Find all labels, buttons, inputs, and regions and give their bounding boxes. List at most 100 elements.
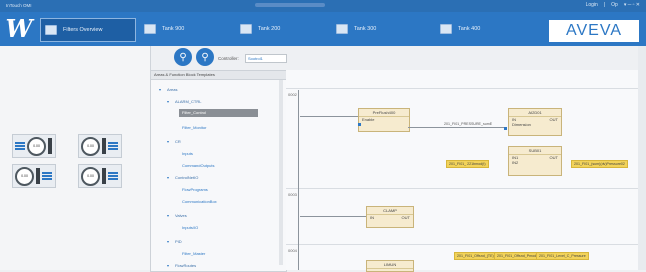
tag-label[interactable]: 201_FI01_ 221bmod(t): [446, 160, 489, 168]
wonderware-logo: W: [5, 14, 33, 43]
tree-scrollbar[interactable]: [279, 80, 283, 265]
chevron-down-icon[interactable]: ▾: [167, 175, 169, 180]
pin-label: IN: [370, 215, 374, 220]
title-handle: [255, 3, 325, 7]
pin-label: OUT: [401, 215, 410, 220]
chevron-down-icon[interactable]: ▾: [159, 87, 161, 92]
login-link[interactable]: Login: [586, 2, 598, 8]
chevron-down-icon[interactable]: ▾: [167, 139, 169, 144]
function-block-diagram[interactable]: 0002 0003 0004 PreFlush400 Enable AI2D01…: [286, 70, 638, 272]
block-title: AI2D01: [509, 109, 561, 117]
aveva-logo: AVEVA: [549, 20, 639, 42]
block-row: IN OUT: [367, 215, 413, 220]
user-label[interactable]: Op: [611, 2, 618, 8]
gauge-icon: 0.00: [27, 136, 46, 156]
lane-divider: [286, 244, 638, 245]
zoom-button[interactable]: ⚲: [196, 48, 214, 66]
tree-item[interactable]: PID: [175, 239, 182, 244]
wire: [300, 216, 366, 217]
screen-icon: [144, 24, 156, 34]
function-block[interactable]: PreFlush400 Enable: [358, 108, 410, 132]
controller-label: Controller:: [218, 56, 239, 61]
chevron-down-icon[interactable]: ▾: [167, 263, 169, 268]
tab-tank-200[interactable]: Tank 200: [236, 18, 330, 40]
filter-device[interactable]: 0.00: [78, 134, 122, 158]
block-title: CLAMP: [367, 207, 413, 215]
canvas-scrollbar[interactable]: [638, 46, 646, 270]
lane-label: 0002: [288, 92, 297, 97]
filter-device[interactable]: 0.00: [12, 134, 56, 158]
tab-filters-overview[interactable]: Filters Overview: [40, 18, 136, 42]
tree-item[interactable]: Inputs/IO: [182, 225, 198, 230]
bus-line: [298, 90, 299, 270]
divider: |: [603, 2, 606, 8]
overview-panel: 0.00 0.00 0.00 0.00: [0, 46, 151, 270]
window-buttons-icon[interactable]: ▾ ─ ▫ ✕: [624, 2, 640, 8]
function-block[interactable]: AI2D01 IN OUT Dimension: [508, 108, 562, 136]
tab-label: Filters Overview: [63, 27, 103, 33]
function-block[interactable]: SUB01 IN1 OUT IN2: [508, 146, 562, 176]
wire: [408, 127, 504, 128]
pin-label: Enable: [362, 117, 375, 122]
tag-label[interactable]: 201_FI01_(sum)(dv)Pressure02: [571, 160, 628, 168]
tab-label: Tank 400: [458, 26, 481, 32]
pipe-icon: [36, 168, 40, 184]
level-bars: [42, 172, 52, 180]
window-controls: Login | Op ▾ ─ ▫ ✕: [586, 2, 640, 8]
tab-label: Tank 900: [162, 26, 185, 32]
lane-label: 0003: [288, 192, 297, 197]
filter-device[interactable]: 0.00: [78, 164, 122, 188]
screen-icon: [240, 24, 252, 34]
level-bars: [15, 142, 25, 150]
search-icon: ⚲: [179, 51, 187, 63]
screen-icon: [336, 24, 348, 34]
tree-item[interactable]: Areas: [167, 87, 177, 92]
filter-device[interactable]: 0.00: [12, 164, 56, 188]
tab-label: Tank 200: [258, 26, 281, 32]
block-row: Enable: [359, 117, 409, 122]
tree-item[interactable]: ALARM_CTRL: [175, 99, 201, 104]
gauge-icon: 0.00: [15, 166, 34, 186]
pin-icon[interactable]: [504, 127, 507, 130]
tree-item[interactable]: Filter_Monitor: [182, 125, 206, 130]
tree-item[interactable]: CommandOutputs: [182, 163, 214, 168]
chevron-down-icon[interactable]: ▾: [167, 99, 169, 104]
tree-item[interactable]: FlowPrograms: [182, 187, 208, 192]
pin-label: OUT: [549, 155, 558, 160]
zoom-icon: ⚲: [201, 51, 209, 63]
tree-item[interactable]: Filter_Master: [182, 251, 205, 256]
gauge-icon: 0.00: [81, 136, 100, 156]
tree-item[interactable]: Valves: [175, 213, 187, 218]
wire: [300, 116, 358, 117]
template-tree: Areas & Function Block Templates ▾ Areas…: [150, 70, 287, 272]
tree-item[interactable]: FlowRoutes: [175, 263, 196, 268]
chevron-down-icon[interactable]: ▾: [167, 239, 169, 244]
pipe-icon: [102, 138, 106, 154]
tab-tank-900[interactable]: Tank 900: [140, 18, 234, 40]
search-button[interactable]: ⚲: [174, 48, 192, 66]
lane-divider: [286, 188, 638, 189]
tree-item[interactable]: Inputs: [182, 151, 193, 156]
chevron-down-icon[interactable]: ▾: [167, 213, 169, 218]
tree-item[interactable]: CommunicationBox: [182, 199, 217, 204]
lane-divider: [286, 88, 638, 89]
function-block[interactable]: CLAMP IN OUT: [366, 206, 414, 228]
block-title: PreFlush400: [359, 109, 409, 117]
tab-label: Tank 300: [354, 26, 377, 32]
pin-icon[interactable]: [358, 123, 361, 126]
tree-item[interactable]: ControlNetIO: [175, 175, 198, 180]
tree-item[interactable]: CR: [175, 139, 181, 144]
lane-label: 0004: [288, 248, 297, 253]
block-title: SUB01: [509, 147, 561, 155]
tag-label[interactable]: 201_FI01_Level_C_Pressure: [536, 252, 589, 260]
tab-tank-300[interactable]: Tank 300: [332, 18, 426, 40]
tab-tank-400[interactable]: Tank 400: [436, 18, 530, 40]
gauge-icon: 0.00: [81, 166, 100, 186]
tree-item-selected[interactable]: Filter_Control: [179, 109, 258, 117]
block-row: Dimension: [509, 122, 561, 127]
controller-select[interactable]: Sootrol1: [245, 54, 287, 63]
block-title: LIMUN: [367, 261, 413, 269]
function-block[interactable]: LIMUN: [366, 260, 414, 272]
pin-label: Dimension: [512, 122, 531, 127]
level-bars: [108, 172, 118, 180]
